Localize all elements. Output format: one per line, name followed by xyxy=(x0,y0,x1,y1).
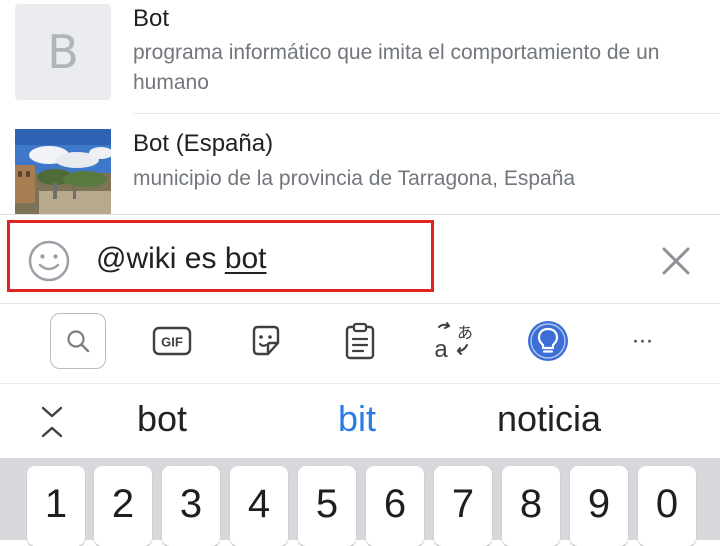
gif-icon[interactable]: GIF xyxy=(144,313,200,369)
key-1[interactable]: 1 xyxy=(27,466,85,546)
more-icon[interactable]: ··· xyxy=(614,313,670,369)
key-3[interactable]: 3 xyxy=(162,466,220,546)
input-prefix: @wiki es xyxy=(96,242,225,275)
close-icon[interactable] xyxy=(658,243,694,279)
lightbulb-icon[interactable] xyxy=(520,313,576,369)
result-title: Bot (España) xyxy=(133,130,274,157)
input-current-word: bot xyxy=(224,242,267,275)
message-input[interactable]: @wiki es bot xyxy=(96,242,267,276)
suggestion-item-highlighted[interactable]: bit xyxy=(338,398,376,440)
translate-source-glyph: a xyxy=(434,336,448,361)
translate-icon[interactable]: a あ xyxy=(426,313,482,369)
sticker-icon[interactable] xyxy=(238,313,294,369)
result-description: municipio de la provincia de Tarragona, … xyxy=(133,167,576,190)
result-description: programa informático que imita el compor… xyxy=(133,41,660,94)
search-icon[interactable] xyxy=(50,313,106,369)
result-thumbnail-photo[interactable] xyxy=(15,129,111,214)
key-9[interactable]: 9 xyxy=(570,466,628,546)
key-6[interactable]: 6 xyxy=(366,466,424,546)
suggestion-item[interactable]: bot xyxy=(137,398,187,440)
result-title: Bot xyxy=(133,5,170,32)
clipboard-icon[interactable] xyxy=(332,313,388,369)
result-item[interactable]: B Bot programa informático que imita el … xyxy=(0,0,720,114)
translate-target-glyph: あ xyxy=(457,323,473,342)
key-8[interactable]: 8 xyxy=(502,466,560,546)
key-2[interactable]: 2 xyxy=(94,466,152,546)
suggestion-item[interactable]: noticia xyxy=(497,398,601,440)
smiley-icon[interactable] xyxy=(27,239,71,283)
key-4[interactable]: 4 xyxy=(230,466,288,546)
result-thumbnail-placeholder: B xyxy=(15,4,111,100)
key-0[interactable]: 0 xyxy=(638,466,696,546)
collapse-icon[interactable] xyxy=(38,404,66,440)
gif-label: GIF xyxy=(161,335,183,350)
key-5[interactable]: 5 xyxy=(298,466,356,546)
key-7[interactable]: 7 xyxy=(434,466,492,546)
